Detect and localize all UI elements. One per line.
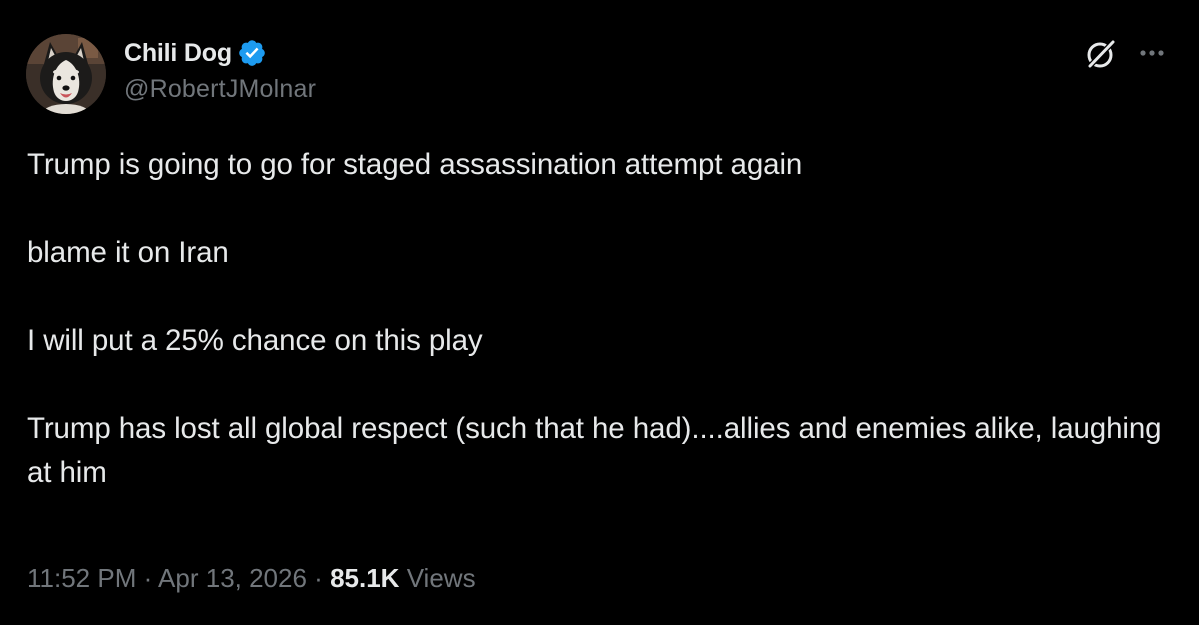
meta-separator: · — [143, 563, 159, 593]
tweet-paragraph: Trump is going to go for staged assassin… — [27, 148, 803, 181]
author-handle[interactable]: @RobertJMolnar — [124, 75, 316, 104]
tweet-paragraph: I will put a 25% chance on this play — [27, 324, 483, 357]
tweet-paragraph: Trump has lost all global respect (such … — [27, 412, 1162, 489]
views-label: Views — [406, 563, 476, 593]
author-display-name[interactable]: Chili Dog — [124, 39, 232, 68]
tweet-metadata: 11:52 PM · Apr 13, 2026 · 85.1K Views — [27, 563, 476, 594]
tweet-card: Chili Dog @RobertJMolnar Trump is going … — [0, 0, 1199, 625]
tweet-time[interactable]: 11:52 PM — [27, 563, 136, 593]
author-name-row[interactable]: Chili Dog — [124, 36, 267, 70]
grok-icon[interactable] — [1083, 36, 1119, 72]
meta-separator: · — [314, 563, 331, 593]
verified-badge-icon[interactable] — [237, 38, 267, 68]
avatar[interactable] — [26, 34, 106, 114]
tweet-date[interactable]: Apr 13, 2026 — [158, 563, 307, 593]
dog-avatar-image — [26, 34, 106, 114]
tweet-paragraph: blame it on Iran — [27, 236, 229, 269]
more-options-icon[interactable] — [1134, 38, 1170, 68]
views-count[interactable]: 85.1K — [330, 563, 399, 593]
tweet-text: Trump is going to go for staged assassin… — [27, 143, 1177, 495]
